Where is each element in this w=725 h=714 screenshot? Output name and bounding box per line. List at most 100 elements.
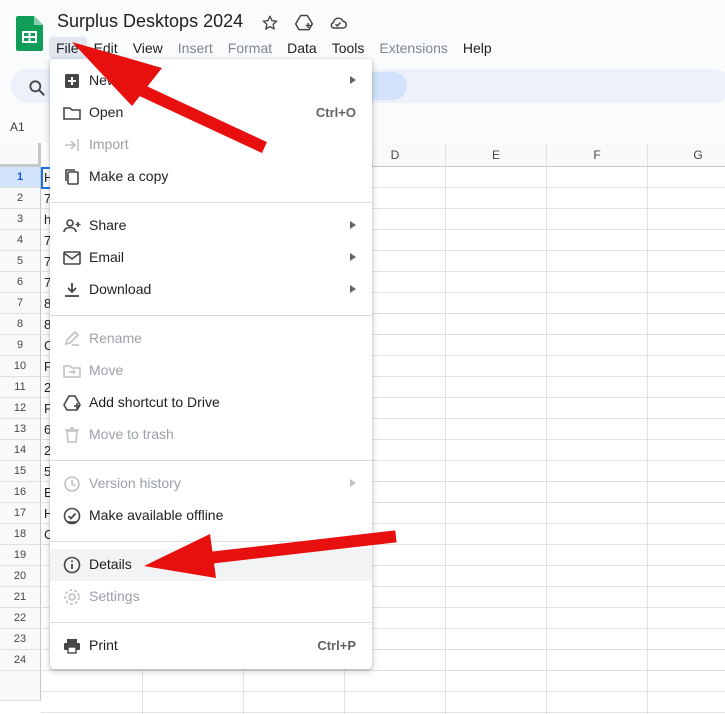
file-menu-item-details[interactable]: Details (50, 549, 372, 581)
select-all-corner[interactable] (0, 143, 41, 167)
download-icon (65, 283, 79, 297)
menu-separator (50, 622, 372, 623)
submenu-arrow-icon (350, 76, 356, 84)
file-menu-item-rename: Rename (50, 323, 372, 355)
keyboard-shortcut: Ctrl+P (317, 638, 356, 653)
sheets-window: Surplus Desktops 2024 File Edit View Ins… (0, 0, 725, 714)
row-header[interactable]: 11 (0, 377, 41, 398)
row-header[interactable]: 20 (0, 566, 41, 587)
file-menu-item-open[interactable]: Open Ctrl+O (50, 97, 372, 129)
file-menu-item-email[interactable]: Email (50, 242, 372, 274)
grid-column-line (647, 167, 648, 714)
row-header[interactable]: 22 (0, 608, 41, 629)
file-menu-item-label: Details (89, 556, 132, 572)
menu-tools[interactable]: Tools (325, 37, 373, 59)
menu-file[interactable]: File (49, 37, 87, 59)
google-sheets-logo-icon[interactable] (16, 16, 43, 51)
row-header[interactable]: 2 (0, 188, 41, 209)
file-menu-item-settings: Settings (50, 581, 372, 613)
file-menu-item-add-shortcut-to-drive[interactable]: Add shortcut to Drive (50, 387, 372, 419)
row-header[interactable]: 3 (0, 209, 41, 230)
menu-separator (50, 460, 372, 461)
star-icon[interactable] (259, 12, 281, 34)
file-menu-item-label: Make a copy (89, 168, 169, 184)
move-to-drive-icon[interactable] (293, 12, 315, 34)
grid-column-line (546, 167, 547, 714)
grid-row-line (41, 670, 725, 671)
row-header[interactable]: 21 (0, 587, 41, 608)
info-icon (63, 556, 81, 574)
move-folder-icon (63, 365, 81, 378)
file-menu-item-label: Version history (89, 475, 181, 491)
row-header[interactable]: 23 (0, 629, 41, 650)
row-header[interactable]: 15 (0, 461, 41, 482)
menu-separator (50, 541, 372, 542)
folder-icon (63, 107, 81, 120)
add-to-drive-icon (63, 395, 81, 411)
row-header[interactable]: 12 (0, 398, 41, 419)
row-header[interactable]: 4 (0, 230, 41, 251)
name-box[interactable]: A1 (10, 120, 25, 134)
cloud-status-icon[interactable] (327, 12, 349, 34)
file-menu-item-label: Open (89, 104, 124, 120)
menu-help[interactable]: Help (456, 37, 500, 59)
rename-icon (64, 330, 80, 346)
row-header-overflow (0, 671, 41, 701)
grid-column-line (445, 167, 446, 714)
file-menu-item-label: Print (89, 637, 118, 653)
file-menu-item-label: New (89, 72, 118, 88)
file-menu-item-share[interactable]: Share (50, 210, 372, 242)
row-header[interactable]: 13 (0, 419, 41, 440)
column-header-g[interactable]: G (648, 143, 725, 167)
file-menu-item-label: Share (89, 217, 127, 233)
document-title[interactable]: Surplus Desktops 2024 (57, 11, 243, 32)
submenu-arrow-icon (350, 253, 356, 261)
row-header[interactable]: 14 (0, 440, 41, 461)
file-menu-item-make-available-offline[interactable]: Make available offline (50, 500, 372, 532)
menu-insert[interactable]: Insert (171, 37, 221, 59)
new-sheet-icon (65, 74, 79, 88)
row-header[interactable]: 6 (0, 272, 41, 293)
grid-row-line (41, 712, 725, 713)
menu-format[interactable]: Format (221, 37, 280, 59)
file-menu-item-label: Download (89, 281, 152, 297)
file-menu-item-move: Move (50, 355, 372, 387)
row-header[interactable]: 5 (0, 251, 41, 272)
row-header[interactable]: 18 (0, 524, 41, 545)
keyboard-shortcut: Ctrl+O (315, 105, 356, 120)
row-header[interactable]: 8 (0, 314, 41, 335)
row-header[interactable]: 19 (0, 545, 41, 566)
mail-icon (63, 251, 81, 265)
file-menu-item-label: Make available offline (89, 507, 224, 523)
submenu-arrow-icon (350, 479, 356, 487)
row-header[interactable]: 1 (0, 167, 41, 188)
person-add-icon (63, 219, 81, 233)
column-header-f[interactable]: F (547, 143, 648, 167)
row-header[interactable]: 9 (0, 335, 41, 356)
import-icon (65, 139, 79, 151)
file-menu-item-label: Move to trash (89, 426, 174, 442)
file-menu-item-download[interactable]: Download (50, 274, 372, 306)
settings-gear-icon (64, 589, 80, 605)
menu-edit[interactable]: Edit (87, 37, 126, 59)
column-header-e[interactable]: E (446, 143, 547, 167)
offline-check-icon (63, 507, 81, 525)
menu-data[interactable]: Data (280, 37, 325, 59)
menu-bar: File Edit View Insert Format Data Tools … (49, 36, 500, 60)
search-menus-icon[interactable] (27, 78, 47, 98)
row-header[interactable]: 10 (0, 356, 41, 377)
printer-icon (64, 639, 80, 654)
file-menu-item-label: Move (89, 362, 124, 378)
row-header[interactable]: 16 (0, 482, 41, 503)
file-menu-item-print[interactable]: Print Ctrl+P (50, 630, 372, 662)
menu-extensions[interactable]: Extensions (372, 37, 455, 59)
title-actions (259, 12, 349, 34)
copy-icon (65, 169, 79, 185)
menu-view[interactable]: View (126, 37, 171, 59)
file-menu-item-new[interactable]: New (50, 65, 372, 97)
file-menu-item-label: Settings (89, 588, 140, 604)
row-header[interactable]: 17 (0, 503, 41, 524)
file-menu-item-make-a-copy[interactable]: Make a copy (50, 161, 372, 193)
row-header[interactable]: 7 (0, 293, 41, 314)
row-header[interactable]: 24 (0, 650, 41, 671)
